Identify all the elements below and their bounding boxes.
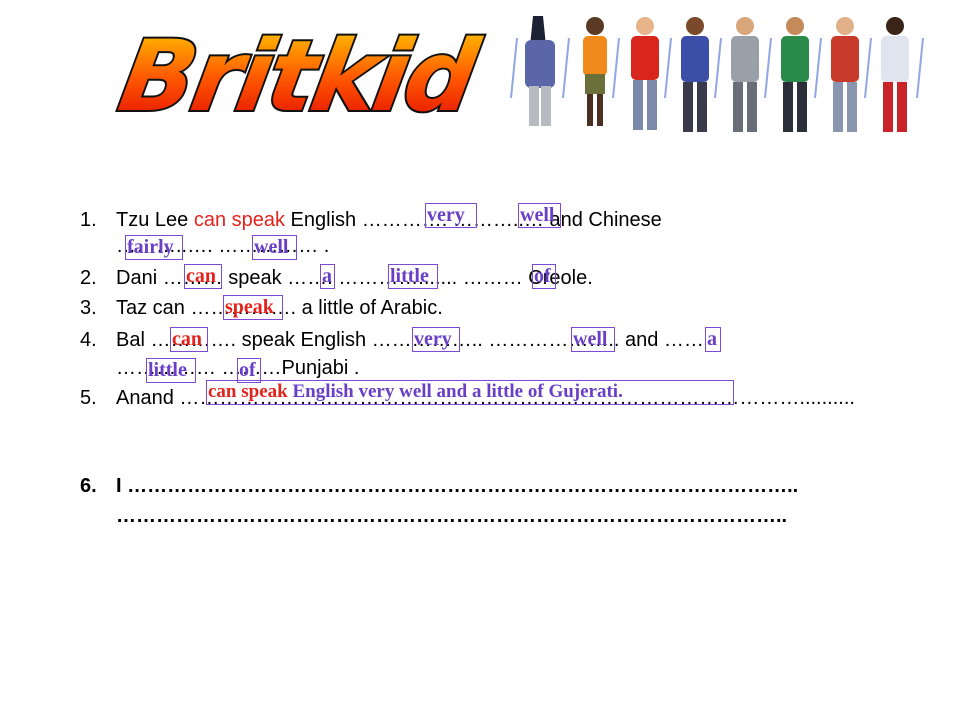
answer-box-well[interactable]: well: [252, 235, 297, 260]
item-number: 3.: [80, 297, 97, 319]
character-3: [631, 17, 659, 130]
item-6-continuation: ………………………………………………………………………………………..: [116, 505, 788, 527]
answer-box-very[interactable]: very: [412, 327, 460, 352]
britkid-logo: Britkid: [110, 18, 492, 136]
answer-box-sentence[interactable]: can speak English very well and a little…: [206, 380, 734, 405]
answer-box-a[interactable]: a: [705, 327, 721, 352]
answer-sentence-rest: English very well and a little of Gujera…: [287, 381, 623, 402]
character-8: [881, 17, 909, 132]
answer-box-very[interactable]: very: [425, 203, 477, 228]
answer-box-well[interactable]: well: [571, 327, 615, 352]
character-6: [781, 17, 809, 132]
answer-box-a[interactable]: a: [320, 264, 335, 289]
character-1: [525, 16, 555, 126]
item-text: I ………………………………………………………………………………………..: [116, 475, 799, 497]
item-number: 4.: [80, 329, 97, 351]
slide: Britkid 1. Tzu Lee can speak English …………: [0, 0, 960, 720]
answer-box-little[interactable]: little: [146, 358, 196, 383]
answer-box-well[interactable]: well: [518, 203, 561, 228]
character-4: [681, 17, 709, 132]
item-number: 6.: [80, 475, 97, 497]
answer-box-little[interactable]: little: [388, 264, 438, 289]
answer-box-can[interactable]: can: [170, 327, 208, 352]
answer-box-speak[interactable]: speak: [223, 295, 283, 320]
item-number: 5.: [80, 387, 97, 409]
item-number: 2.: [80, 267, 97, 289]
character-2: [583, 17, 607, 126]
answer-sentence: can speak English very well and a little…: [208, 381, 623, 402]
svg-text:Britkid: Britkid: [112, 20, 487, 128]
answer-box-of[interactable]: of: [532, 264, 556, 289]
character-7: [831, 17, 859, 132]
answer-box-fairly[interactable]: fairly: [125, 235, 183, 260]
character-5: [731, 17, 759, 132]
answer-box-can[interactable]: can: [184, 264, 222, 289]
blue-shadow-lines: [510, 37, 924, 99]
item-number: 1.: [80, 209, 97, 231]
characters-illustration: [505, 8, 945, 140]
item-text: Tzu Lee can speak English …………. ………..… a…: [116, 209, 662, 231]
answer-sentence-verb: can speak: [208, 381, 288, 402]
britkid-logo-graphic: Britkid: [110, 18, 490, 136]
